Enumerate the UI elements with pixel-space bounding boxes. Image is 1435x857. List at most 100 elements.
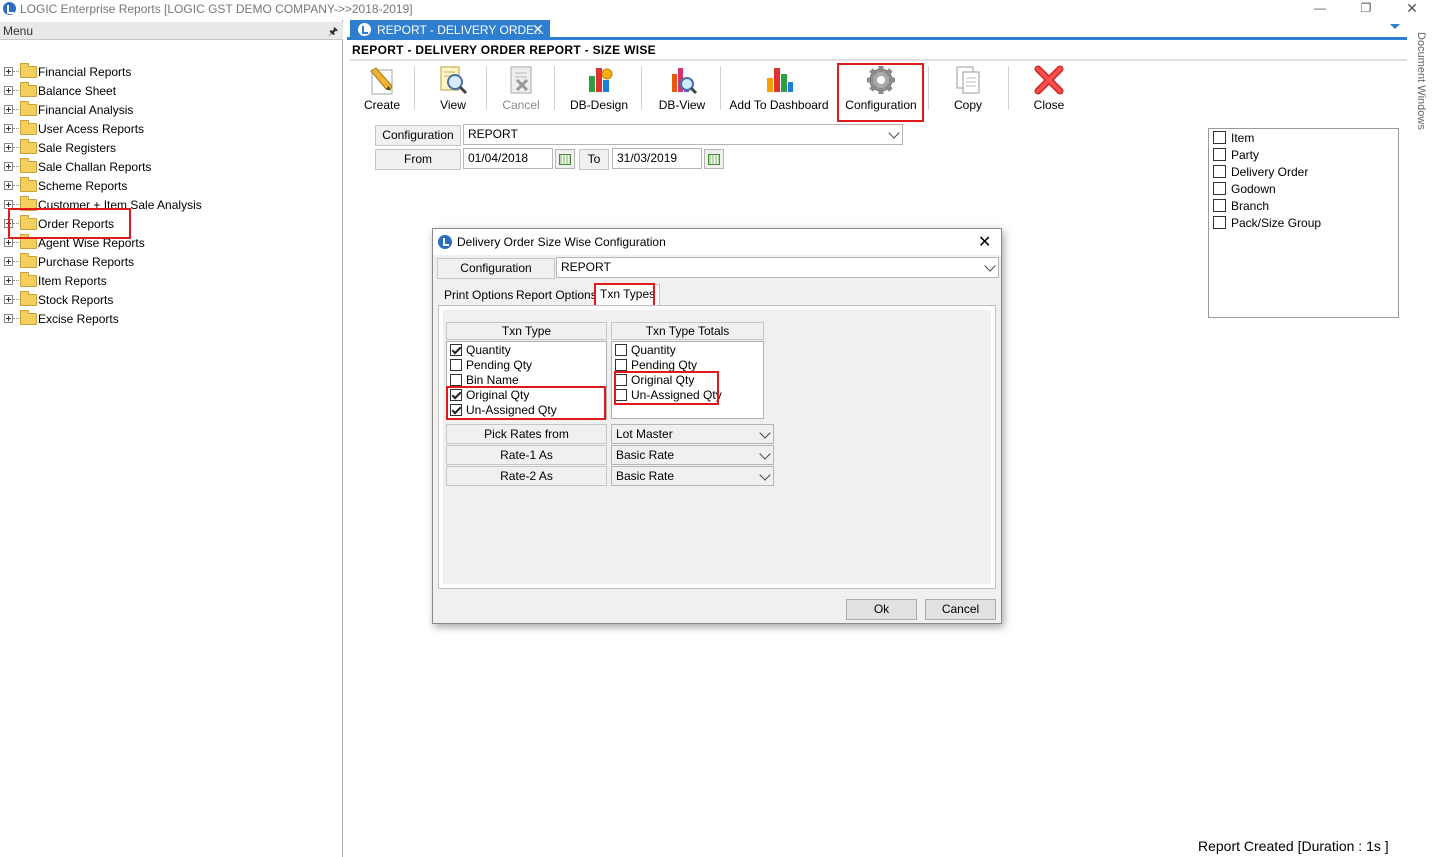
dialog-close-icon[interactable]: ✕	[978, 232, 991, 252]
document-tab[interactable]: REPORT - DELIVERY ORDE... ✕	[350, 20, 550, 40]
checkbox[interactable]	[615, 389, 627, 401]
expand-icon[interactable]	[4, 257, 13, 266]
checkbox[interactable]	[1213, 182, 1226, 195]
menu-item-order-reports[interactable]: Order Reports	[2, 214, 332, 233]
close-button[interactable]: Close	[1023, 62, 1075, 114]
txn-type-totals-header: Txn Type Totals	[611, 322, 764, 340]
checkbox[interactable]	[450, 344, 462, 356]
report-tab-icon	[358, 23, 371, 36]
ok-button[interactable]: Ok	[846, 599, 917, 620]
toolbar-separator	[641, 66, 642, 110]
menu-item-balance-sheet[interactable]: Balance Sheet	[2, 81, 332, 100]
rate2-select[interactable]: Basic Rate	[611, 466, 774, 486]
checkbox[interactable]	[1213, 148, 1226, 161]
configuration-label: Configuration	[375, 125, 461, 146]
cancel-button[interactable]: Cancel	[495, 62, 547, 114]
add-to-dashboard-button[interactable]: Add To Dashboard	[728, 62, 830, 114]
tab-report-options[interactable]: Report Options	[512, 286, 601, 306]
from-date-input[interactable]: 01/04/2018	[463, 148, 553, 169]
tab-print-options[interactable]: Print Options	[440, 286, 517, 306]
menu-item-customer-item-sale-analysis[interactable]: Customer + Item Sale Analysis	[2, 195, 332, 214]
expand-icon[interactable]	[4, 162, 13, 171]
checkbox[interactable]	[450, 389, 462, 401]
expand-icon[interactable]	[4, 295, 13, 304]
minimize-icon[interactable]: —	[1305, 0, 1335, 16]
menu-item-financial-analysis[interactable]: Financial Analysis	[2, 100, 332, 119]
view-magnifier-icon	[440, 66, 468, 95]
restore-icon[interactable]: ❐	[1351, 0, 1381, 16]
to-date-input[interactable]: 31/03/2019	[612, 148, 702, 169]
configuration-select-value: REPORT	[468, 127, 518, 141]
folder-icon	[20, 63, 37, 78]
checkbox[interactable]	[450, 374, 462, 386]
expand-icon[interactable]	[4, 105, 13, 114]
pick-rates-select[interactable]: Lot Master	[611, 424, 774, 444]
calendar-icon	[708, 154, 720, 165]
menu-item-agent-wise-reports[interactable]: Agent Wise Reports	[2, 233, 332, 252]
expand-icon[interactable]	[4, 143, 13, 152]
checkbox[interactable]	[1213, 165, 1226, 178]
checkbox[interactable]	[1213, 216, 1226, 229]
rate1-select[interactable]: Basic Rate	[611, 445, 774, 465]
from-calendar-button[interactable]	[555, 149, 575, 169]
menu-item-financial-reports[interactable]: Financial Reports	[2, 62, 332, 81]
menu-item-stock-reports[interactable]: Stock Reports	[2, 290, 332, 309]
pin-icon[interactable]: 🖈	[328, 23, 338, 42]
checkbox[interactable]	[615, 359, 627, 371]
menu-item-item-reports[interactable]: Item Reports	[2, 271, 332, 290]
configuration-button[interactable]: Configuration	[840, 62, 922, 114]
dialog-cancel-button[interactable]: Cancel	[925, 599, 996, 620]
expand-icon[interactable]	[4, 276, 13, 285]
checkbox[interactable]	[1213, 199, 1226, 212]
toolbar-separator	[1008, 66, 1009, 110]
from-label: From	[375, 149, 461, 170]
expand-icon[interactable]	[4, 124, 13, 133]
tab-list-dropdown-icon[interactable]	[1390, 24, 1400, 29]
menu-title: Menu	[3, 24, 34, 38]
document-tab-label: REPORT - DELIVERY ORDE...	[377, 23, 545, 37]
db-design-button[interactable]: DB-Design	[566, 62, 632, 114]
chevron-down-icon	[888, 127, 900, 139]
checkbox[interactable]	[615, 374, 627, 386]
expand-icon[interactable]	[4, 86, 13, 95]
checkbox[interactable]	[450, 404, 462, 416]
chevron-down-icon	[984, 260, 996, 272]
calendar-icon	[559, 154, 571, 165]
copy-button[interactable]: Copy	[942, 62, 994, 114]
menu-item-excise-reports[interactable]: Excise Reports	[2, 309, 332, 328]
expand-icon[interactable]	[4, 219, 13, 228]
close-window-icon[interactable]: ✕	[1397, 0, 1427, 16]
configuration-select[interactable]: REPORT	[463, 124, 903, 145]
rate2-label: Rate-2 As	[446, 466, 607, 486]
menu-item-purchase-reports[interactable]: Purchase Reports	[2, 252, 332, 271]
checkbox[interactable]	[450, 359, 462, 371]
group-by-panel: Item Party Delivery Order Godown Branch …	[1208, 128, 1399, 318]
tab-txn-types[interactable]: Txn Types	[595, 284, 661, 306]
menu-item-scheme-reports[interactable]: Scheme Reports	[2, 176, 332, 195]
expand-icon[interactable]	[4, 67, 13, 76]
expand-icon[interactable]	[4, 200, 13, 209]
folder-icon	[20, 177, 37, 192]
app-title-bar: LOGIC Enterprise Reports [LOGIC GST DEMO…	[0, 0, 1435, 18]
dialog-configuration-select[interactable]: REPORT	[556, 257, 999, 278]
db-view-button[interactable]: DB-View	[653, 62, 711, 114]
view-button[interactable]: View	[427, 62, 479, 114]
menu-item-sale-registers[interactable]: Sale Registers	[2, 138, 332, 157]
dialog-configuration-value: REPORT	[561, 260, 611, 274]
document-windows-side-tab[interactable]: Document Windows	[1413, 32, 1433, 152]
expand-icon[interactable]	[4, 238, 13, 247]
tab-close-icon[interactable]: ✕	[532, 21, 544, 38]
dialog-logo-icon	[438, 235, 452, 249]
menu-item-sale-challan-reports[interactable]: Sale Challan Reports	[2, 157, 332, 176]
configuration-dialog: Delivery Order Size Wise Configuration ✕…	[432, 228, 1002, 624]
checkbox[interactable]	[1213, 131, 1226, 144]
expand-icon[interactable]	[4, 314, 13, 323]
app-logo-icon	[3, 2, 16, 15]
menu-item-user-access-reports[interactable]: User Acess Reports	[2, 119, 332, 138]
bar-chart-icon	[767, 68, 793, 92]
to-calendar-button[interactable]	[704, 149, 724, 169]
expand-icon[interactable]	[4, 181, 13, 190]
create-button[interactable]: Create	[356, 62, 408, 114]
checkbox[interactable]	[615, 344, 627, 356]
app-title: LOGIC Enterprise Reports [LOGIC GST DEMO…	[20, 2, 413, 16]
